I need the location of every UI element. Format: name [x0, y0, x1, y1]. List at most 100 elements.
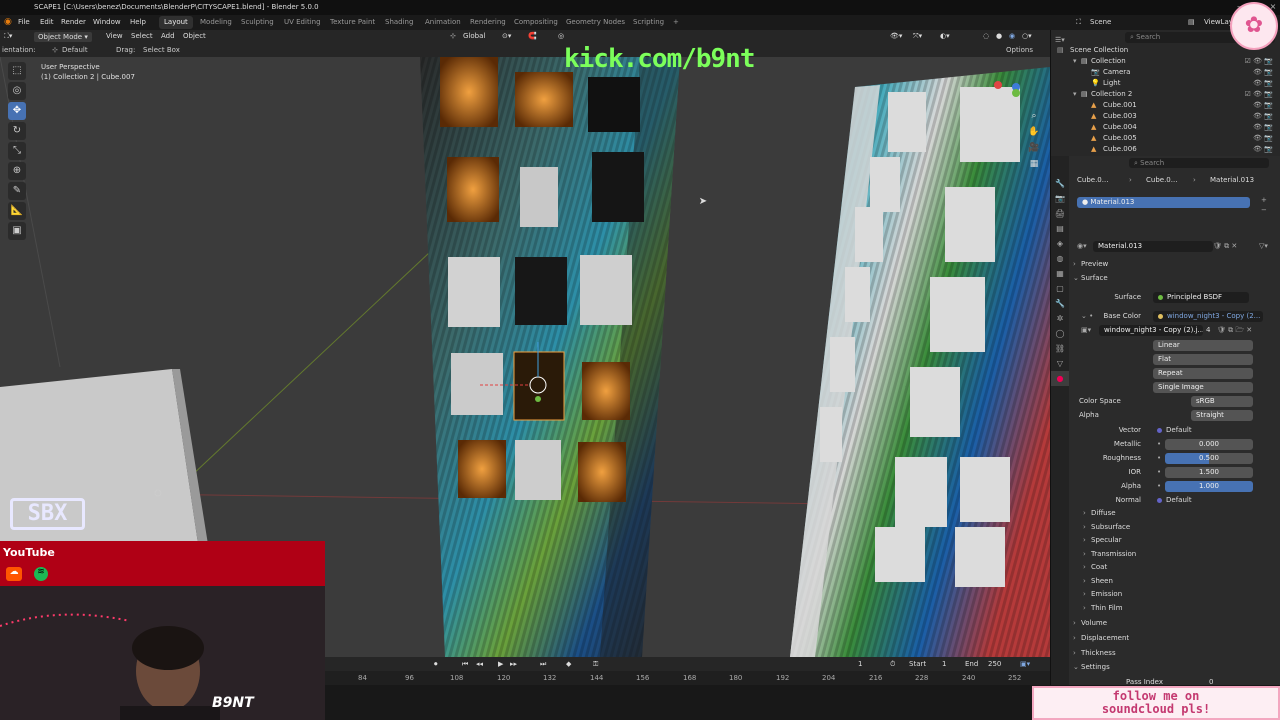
settings-section[interactable]: ⌄ Settings — [1069, 663, 1280, 676]
keying-set-icon[interactable]: ⚿ — [593, 660, 598, 669]
cursor-tool-icon[interactable]: ◎ — [8, 82, 26, 100]
physics-tab-icon[interactable]: ◯ — [1051, 326, 1069, 341]
proportional-edit-icon[interactable]: ◎ — [558, 32, 564, 40]
timeline-options-icon[interactable]: ▣▾ — [1020, 660, 1030, 668]
scale-tool-icon[interactable]: ⤡ — [8, 142, 26, 160]
visibility-icon[interactable]: ☑ 👁 📷 — [1245, 57, 1273, 65]
annotate-tool-icon[interactable]: ✎ — [8, 182, 26, 200]
visibility-icon[interactable]: 👁 📷 — [1253, 145, 1273, 153]
menu-file[interactable]: File — [18, 18, 30, 26]
image-name-field[interactable]: window_night3 - Copy (2).j... — [1099, 325, 1203, 336]
menu-view[interactable]: View — [106, 32, 123, 40]
tab-layout[interactable]: Layout — [159, 16, 193, 29]
visibility-icon[interactable]: 👁 📷 — [1253, 79, 1273, 87]
keyframe-icon[interactable]: ◆ — [566, 660, 571, 668]
snap-icon[interactable]: 🧲 — [528, 32, 537, 40]
current-frame-field[interactable]: 1 — [858, 660, 862, 668]
color-space-dropdown[interactable]: sRGB — [1191, 396, 1253, 407]
camera-view-icon[interactable]: 🎥 — [1028, 143, 1040, 155]
tab-shading[interactable]: Shading — [380, 16, 418, 29]
expand-chevron-icon[interactable]: ▾ — [1073, 57, 1077, 65]
data-tab-icon[interactable]: ▽ — [1051, 356, 1069, 371]
material-slot-item[interactable]: ● Material.013 — [1077, 197, 1250, 208]
preview-range-icon[interactable]: ⏱ — [890, 660, 895, 669]
shading-material-icon[interactable]: ◉ — [1009, 32, 1015, 40]
base-color-texture-field[interactable]: window_night3 - Copy (2... — [1153, 311, 1263, 322]
displacement-section[interactable]: › Displacement — [1069, 634, 1280, 647]
add-workspace-button[interactable]: + — [668, 16, 684, 29]
tab-texture-paint[interactable]: Texture Paint — [325, 16, 380, 29]
transform-orientation-dropdown[interactable]: Global — [463, 32, 485, 40]
material-tab-icon[interactable]: ● — [1051, 371, 1069, 386]
ior-field[interactable]: 1.500 — [1165, 467, 1253, 478]
scene-tab-icon[interactable]: ◈ — [1051, 236, 1069, 251]
menu-edit[interactable]: Edit — [40, 18, 54, 26]
interpolation-dropdown[interactable]: Linear — [1153, 340, 1253, 351]
visibility-icon[interactable]: 👁 📷 — [1253, 134, 1273, 142]
outliner-row[interactable]: ▾ ▤ Collection 2 ☑ 👁 📷 — [1051, 89, 1280, 100]
material-browse-icon[interactable]: ◉▾ — [1077, 242, 1087, 250]
material-filter-icon[interactable]: ▽▾ — [1259, 242, 1268, 250]
blender-logo-icon[interactable]: ◉ — [4, 17, 12, 27]
metallic-field[interactable]: 0.000 — [1165, 439, 1253, 450]
transform-tool-icon[interactable]: ⊕ — [8, 162, 26, 180]
overlay-toggle-icon[interactable]: ◐▾ — [940, 32, 950, 40]
orientation-dropdown[interactable]: Default — [62, 46, 88, 54]
surface-section[interactable]: ⌄ Surface — [1069, 274, 1280, 287]
collection-tab-icon[interactable]: ▦ — [1051, 266, 1069, 281]
tab-animation[interactable]: Animation — [420, 16, 466, 29]
pan-hand-icon[interactable]: ✋ — [1028, 127, 1040, 139]
visibility-icon[interactable]: ☑ 👁 📷 — [1245, 90, 1273, 98]
rotate-tool-icon[interactable]: ↻ — [8, 122, 26, 140]
thickness-section[interactable]: › Thickness — [1069, 649, 1280, 662]
move-tool-icon[interactable]: ✥ — [8, 102, 26, 120]
zoom-icon[interactable]: ⌕ — [1028, 111, 1040, 123]
render-tab-icon[interactable]: 📷 — [1051, 191, 1069, 206]
record-icon[interactable]: ⏺ — [434, 660, 438, 669]
image-actions-icon[interactable]: 🛡 ⧉ 🗁 ✕ — [1217, 326, 1252, 337]
expand-chevron-icon[interactable]: ▾ — [1073, 90, 1077, 98]
menu-render[interactable]: Render — [61, 18, 86, 26]
select-tool-icon[interactable]: ⬚ — [8, 62, 26, 80]
subpanel-diffuse[interactable]: › Diffuse — [1079, 509, 1280, 522]
projection-dropdown[interactable]: Flat — [1153, 354, 1253, 365]
slot-add-icon[interactable]: + — [1261, 196, 1267, 204]
tab-compositing[interactable]: Compositing — [509, 16, 563, 29]
viewport-options-button[interactable]: Options — [1006, 46, 1033, 54]
outliner-row[interactable]: ▲ Cube.006 👁 📷 — [1051, 144, 1280, 155]
constraints-tab-icon[interactable]: ⛓ — [1051, 341, 1069, 356]
end-frame-field[interactable]: 250 — [988, 660, 1001, 668]
jump-start-icon[interactable]: ⏮ — [462, 660, 468, 669]
drag-dropdown[interactable]: Select Box — [143, 46, 180, 54]
slot-remove-icon[interactable]: − — [1261, 206, 1267, 214]
menu-window[interactable]: Window — [93, 18, 121, 26]
image-browse-icon[interactable]: ▣▾ — [1081, 326, 1091, 334]
alpha-slider[interactable]: 1.000 — [1165, 481, 1253, 492]
subpanel-emission[interactable]: › Emission — [1079, 590, 1280, 603]
jump-end-icon[interactable]: ⏭ — [540, 660, 546, 669]
measure-tool-icon[interactable]: 📐 — [8, 202, 26, 220]
tab-scripting[interactable]: Scripting — [628, 16, 669, 29]
material-actions-icon[interactable]: 🛡 ⧉ ✕ — [1213, 242, 1237, 251]
output-tab-icon[interactable]: 🖨 — [1051, 206, 1069, 221]
subpanel-subsurface[interactable]: › Subsurface — [1079, 523, 1280, 536]
outliner-row[interactable]: ▲ Cube.003 👁 📷 — [1051, 111, 1280, 122]
scene-selector[interactable]: Scene — [1090, 18, 1111, 26]
outliner-row[interactable]: ▾ ▤ Collection ☑ 👁 📷 — [1051, 56, 1280, 67]
outliner-row[interactable]: 📷 Camera 👁 📷 — [1051, 67, 1280, 78]
visibility-icon[interactable]: 👁 📷 — [1253, 101, 1273, 109]
add-cube-tool-icon[interactable]: ▣ — [8, 222, 26, 240]
mode-dropdown[interactable]: Object Mode ▾ — [34, 32, 92, 42]
shading-wireframe-icon[interactable]: ◌ — [983, 32, 989, 40]
pass-index-field[interactable]: 0 — [1209, 678, 1213, 686]
visibility-icon[interactable]: 👁 📷 — [1253, 112, 1273, 120]
view-layer-tab-icon[interactable]: ▤ — [1051, 221, 1069, 236]
tab-geometry-nodes[interactable]: Geometry Nodes — [561, 16, 630, 29]
ortho-toggle-icon[interactable]: ▦ — [1028, 159, 1040, 171]
subpanel-specular[interactable]: › Specular — [1079, 536, 1280, 549]
material-name-field[interactable]: Material.013 — [1093, 241, 1213, 252]
tab-uv-editing[interactable]: UV Editing — [279, 16, 326, 29]
menu-add[interactable]: Add — [161, 32, 175, 40]
menu-select[interactable]: Select — [131, 32, 153, 40]
gizmo-toggle-icon[interactable]: ⤧▾ — [913, 32, 922, 41]
